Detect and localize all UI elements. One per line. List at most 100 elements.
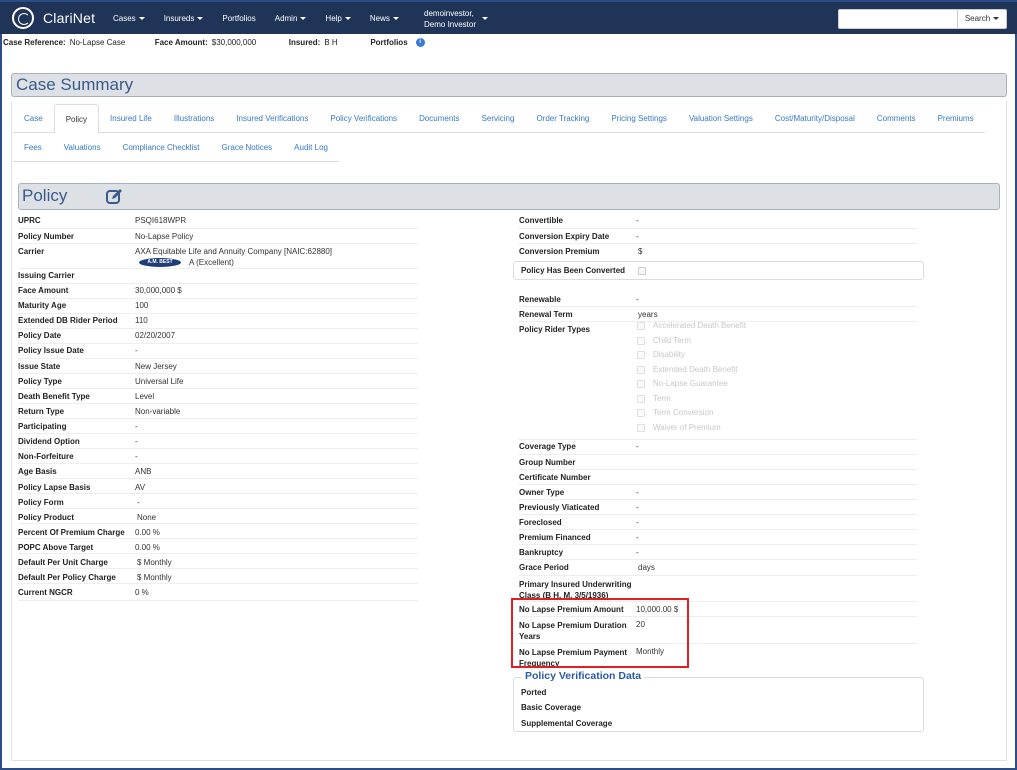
user-display-name: Demo Investor [424, 20, 477, 29]
rider-option[interactable]: Term Conversion [637, 408, 713, 417]
field-value: Level [135, 392, 155, 401]
field-row: Policy Number No-Lapse Policy [18, 229, 418, 244]
field-label: Policy Type [18, 377, 62, 386]
field-value: Universal Life [135, 377, 184, 386]
tab-documents[interactable]: Documents [408, 104, 470, 133]
rider-option[interactable]: Extended Death Benefit [637, 365, 738, 374]
search-button[interactable]: Search [957, 9, 1007, 29]
rider-option[interactable]: Waiver of Premium [637, 423, 721, 432]
tab-servicing[interactable]: Servicing [471, 104, 526, 133]
info-icon[interactable]: i [415, 37, 425, 47]
field-label: Maturity Age [18, 301, 67, 310]
no-lapse-highlight [511, 598, 689, 668]
rider-option[interactable]: Child Term [637, 336, 691, 345]
tab-policy[interactable]: Policy [53, 104, 100, 134]
checkbox[interactable] [637, 408, 645, 417]
menu-admin[interactable]: Admin [275, 14, 307, 23]
search-input[interactable] [838, 9, 958, 29]
tab-policy-verifications[interactable]: Policy Verifications [319, 104, 408, 133]
tab-valuations[interactable]: Valuations [53, 133, 112, 162]
field-value: - [636, 548, 639, 557]
rider-option[interactable]: Accelerated Death Benefit [637, 321, 746, 330]
field-label: Grace Period [519, 563, 569, 572]
field-label: Policy Number [18, 232, 75, 241]
policy-converted-group: Policy Has Been Converted [513, 261, 924, 280]
field-row: Policy Product None [18, 509, 418, 524]
case-info-bar: Case Reference: No-Lapse Case Face Amoun… [3, 36, 425, 48]
checkbox[interactable] [637, 394, 645, 403]
field-value: 0.00 % [135, 543, 160, 552]
field-label: Extended DB Rider Period [18, 316, 118, 325]
tab-fees[interactable]: Fees [13, 133, 53, 162]
converted-checkbox[interactable] [638, 267, 646, 275]
tab-case[interactable]: Case [13, 104, 54, 133]
tab-pricing-settings[interactable]: Pricing Settings [600, 104, 678, 133]
clarinet-logo[interactable]: ClariNet [12, 7, 95, 29]
checkbox[interactable] [637, 350, 645, 359]
tab-illustrations[interactable]: Illustrations [163, 104, 225, 133]
case-ref-value: No-Lapse Case [69, 37, 126, 47]
field-row: Policy Type Universal Life [18, 374, 418, 389]
case-ref-label: Case Reference: [3, 37, 66, 47]
field-row: Group Number [519, 455, 917, 470]
tab-insured-life[interactable]: Insured Life [99, 104, 163, 133]
menu-insureds[interactable]: Insureds [164, 14, 204, 23]
rider-option[interactable]: Disability [637, 350, 685, 359]
menu-portfolios[interactable]: Portfolios [222, 14, 255, 23]
field-label: Issuing Carrier [18, 271, 75, 280]
checkbox[interactable] [637, 336, 645, 345]
rider-option[interactable]: Term [637, 394, 671, 403]
tab-valuation-settings[interactable]: Valuation Settings [678, 104, 764, 133]
field-label: Issue State [18, 362, 61, 371]
tab-comments[interactable]: Comments [866, 104, 927, 133]
menu-cases[interactable]: Cases [113, 14, 145, 23]
tab-premiums[interactable]: Premiums [927, 104, 985, 133]
tab-audit-log[interactable]: Audit Log [283, 133, 339, 162]
tab-compliance-checklist[interactable]: Compliance Checklist [112, 133, 211, 162]
field-row: Dividend Option - [18, 434, 418, 449]
field-label: Carrier [18, 247, 45, 256]
chevron-down-icon [344, 17, 351, 21]
field-row: Current NGCR 0 % [18, 584, 418, 601]
chevron-down-icon [197, 17, 204, 21]
chevron-down-icon[interactable] [482, 17, 488, 20]
field-label: Current NGCR [18, 588, 73, 597]
user-menu[interactable]: demoinvestor, Demo Investor [424, 8, 476, 30]
pvd-row-label: Basic Coverage [521, 703, 582, 712]
field-value: 110 [135, 316, 148, 325]
field-label: Owner Type [519, 488, 565, 497]
field-label: POPC Above Target [18, 543, 94, 552]
checkbox[interactable] [637, 321, 645, 330]
chevron-down-icon [392, 17, 399, 21]
field-row: Bankruptcy - [519, 545, 917, 560]
field-label: UPRC [18, 216, 41, 225]
field-row: Extended DB Rider Period 110 [18, 314, 418, 329]
user-login: demoinvestor, [424, 9, 474, 18]
checkbox[interactable] [637, 423, 645, 432]
tab-order-tracking[interactable]: Order Tracking [525, 104, 600, 133]
tab-insured-verifications[interactable]: Insured Verifications [225, 104, 319, 133]
field-value: - [636, 442, 639, 451]
face-amount-value: $30,000,000 [211, 37, 257, 47]
tab-cost-maturity-disposal[interactable]: Cost/Maturity/Disposal [764, 104, 866, 133]
field-row: Policy Form - [18, 494, 418, 509]
edit-icon[interactable] [105, 188, 123, 206]
checkbox[interactable] [637, 365, 645, 374]
menu-news[interactable]: News [370, 14, 399, 23]
tab-grace-notices[interactable]: Grace Notices [210, 133, 283, 162]
field-value: - [137, 498, 140, 507]
pvd-row-label: Supplemental Coverage [521, 719, 613, 728]
rider-option[interactable]: No-Lapse Guarantee [637, 379, 728, 388]
tab-bar-row-2: Fees Valuations Compliance Checklist Gra… [13, 133, 339, 162]
field-value: years [638, 310, 658, 319]
field-row: Renewable - [519, 292, 917, 307]
case-summary-header: Case Summary [11, 73, 1007, 97]
field-label: Policy Issue Date [18, 346, 84, 355]
checkbox[interactable] [637, 379, 645, 388]
field-value: - [135, 437, 138, 446]
field-label: Dividend Option [18, 437, 80, 446]
field-value: - [636, 488, 639, 497]
field-label: Return Type [18, 407, 65, 416]
menu-help[interactable]: Help [325, 14, 351, 23]
field-label: Non-Forfeiture [18, 452, 74, 461]
